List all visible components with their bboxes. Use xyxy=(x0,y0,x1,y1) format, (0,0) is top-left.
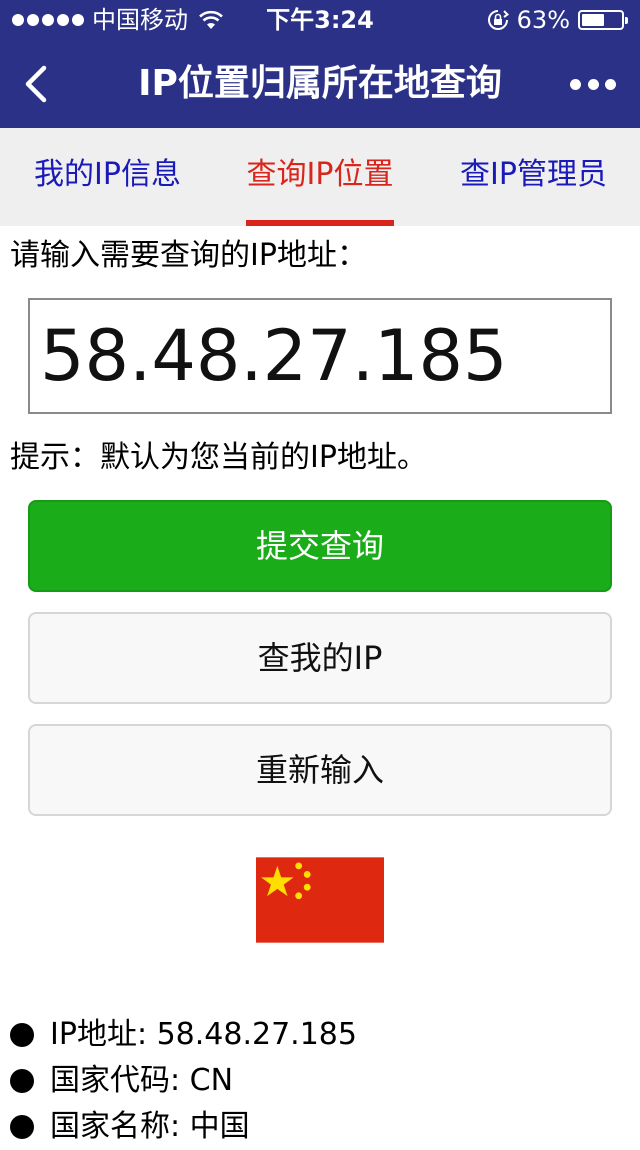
ip-address-input[interactable] xyxy=(28,298,612,414)
battery-level xyxy=(582,14,605,26)
battery-percent: 63% xyxy=(516,6,570,34)
hint-text: 提示：默认为您当前的IP地址。 xyxy=(10,440,427,475)
bullet-icon xyxy=(10,1023,34,1047)
status-bar: 中国移动 下午3:24 63% xyxy=(0,0,640,40)
list-item: 国家名称: 中国 xyxy=(10,1104,357,1150)
ip-input-label: 请输入需要查询的IP地址： xyxy=(10,238,367,273)
nav-bar: IP位置归属所在地查询 xyxy=(0,40,640,128)
result-country-name: 国家名称: 中国 xyxy=(50,1109,250,1144)
list-item: 国家代码: CN xyxy=(10,1058,357,1104)
tab-bar: 我的IP信息 查询IP位置 查IP管理员 xyxy=(0,128,640,226)
result-list: IP地址: 58.48.27.185 国家代码: CN 国家名称: 中国 xyxy=(10,1012,357,1150)
tab-my-ip-info[interactable]: 我的IP信息 xyxy=(34,128,181,226)
top-bar: 中国移动 下午3:24 63% IP位置归属所在地查询 xyxy=(0,0,640,128)
china-flag-icon xyxy=(256,857,384,943)
bullet-icon xyxy=(10,1069,34,1093)
rotation-lock-icon xyxy=(487,10,509,30)
bullet-icon xyxy=(10,1115,34,1139)
more-dots-icon[interactable] xyxy=(570,70,616,98)
query-my-ip-button[interactable]: 查我的IP xyxy=(28,612,612,704)
list-item: IP地址: 58.48.27.185 xyxy=(10,1012,357,1058)
result-ip-address: IP地址: 58.48.27.185 xyxy=(50,1017,357,1052)
tab-query-ip-admin[interactable]: 查IP管理员 xyxy=(460,128,607,226)
reset-input-button[interactable]: 重新输入 xyxy=(28,724,612,816)
submit-query-button[interactable]: 提交查询 xyxy=(28,500,612,592)
tab-query-ip-location[interactable]: 查询IP位置 xyxy=(246,128,394,226)
battery-icon xyxy=(578,10,628,30)
status-right: 63% xyxy=(487,0,628,40)
page-title: IP位置归属所在地查询 xyxy=(138,63,502,104)
result-country-code: 国家代码: CN xyxy=(50,1063,234,1098)
